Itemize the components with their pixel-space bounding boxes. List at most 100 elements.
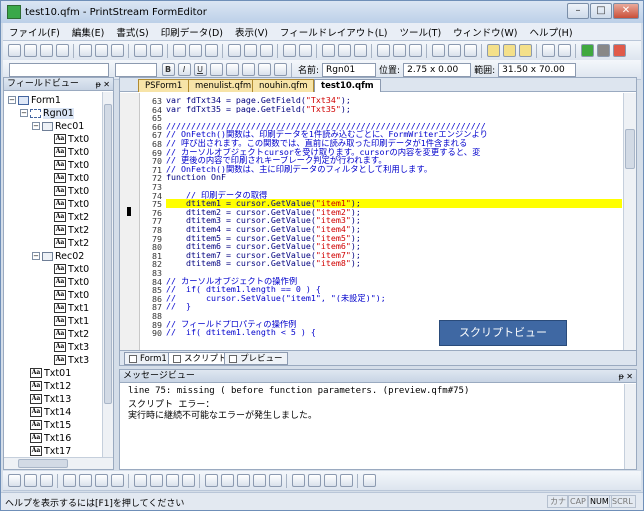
italic-button[interactable]: I xyxy=(177,63,191,76)
view3-icon[interactable] xyxy=(518,44,532,57)
paste-icon[interactable] xyxy=(110,44,124,57)
close-icon[interactable]: ✕ xyxy=(626,370,633,383)
print-icon[interactable] xyxy=(149,44,163,57)
field-tool-icon[interactable] xyxy=(259,44,273,57)
pointer-icon[interactable] xyxy=(227,44,241,57)
size-combo[interactable] xyxy=(115,62,157,77)
stop-icon[interactable] xyxy=(596,44,610,57)
zoom-out-icon[interactable] xyxy=(557,44,571,57)
line-icon[interactable] xyxy=(298,44,312,57)
open-icon[interactable] xyxy=(23,44,37,57)
tree-node[interactable]: − Form1 xyxy=(8,94,61,106)
database-icon[interactable] xyxy=(172,44,186,57)
zoom-in-icon[interactable] xyxy=(541,44,555,57)
tree-node[interactable]: Aa Txt0 xyxy=(44,133,89,145)
cut-icon[interactable] xyxy=(78,44,92,57)
doc-tab[interactable]: test10.qfm xyxy=(314,79,381,92)
move1-icon[interactable] xyxy=(291,474,305,487)
view-tab[interactable]: スクリプト xyxy=(168,352,232,365)
tree-node[interactable]: Aa Txt2 xyxy=(44,211,89,223)
tree-node[interactable]: Aa Txt0 xyxy=(44,146,89,158)
doc-tab[interactable]: menulist.qfm xyxy=(188,79,259,92)
pin-icon[interactable]: ᵽ xyxy=(619,370,624,383)
doc-tab[interactable]: PSForm1 xyxy=(138,79,190,92)
pin-icon[interactable]: ᵽ xyxy=(96,78,101,91)
tree-vertical-scrollbar[interactable] xyxy=(102,92,113,457)
editor-vertical-scrollbar[interactable] xyxy=(623,93,636,351)
arrange4-icon[interactable] xyxy=(252,474,266,487)
scrollbar-thumb[interactable] xyxy=(625,129,635,169)
arrange5-icon[interactable] xyxy=(268,474,282,487)
tree-node[interactable]: − Rgn01 xyxy=(20,107,74,119)
tree-node[interactable]: Aa Txt0 xyxy=(44,276,89,288)
copy-icon[interactable] xyxy=(94,44,108,57)
tree-node[interactable]: Aa Txt3 xyxy=(44,354,89,366)
bold-button[interactable]: B xyxy=(161,63,175,76)
tree-horizontal-scrollbar[interactable] xyxy=(4,457,113,469)
tree-node[interactable]: Aa Txt14 xyxy=(20,406,71,418)
menu-item[interactable]: 表示(V) xyxy=(229,25,274,39)
code-view[interactable]: var fdTxt34 = page.GetField("Txt34"); var… xyxy=(166,93,622,351)
page3-icon[interactable] xyxy=(165,474,179,487)
frame3-icon[interactable] xyxy=(39,474,53,487)
tree-node[interactable]: Aa Txt16 xyxy=(20,432,71,444)
close-icon[interactable]: ✕ xyxy=(103,78,110,91)
font-a-icon[interactable] xyxy=(376,44,390,57)
rect-icon[interactable] xyxy=(282,44,296,57)
move2-icon[interactable] xyxy=(307,474,321,487)
tree-node[interactable]: Aa Txt1 xyxy=(44,302,89,314)
menu-item[interactable]: ウィンドウ(W) xyxy=(447,25,523,39)
tree-node[interactable]: Aa Txt12 xyxy=(20,380,71,392)
vertical-text-icon[interactable] xyxy=(225,63,239,76)
run-icon[interactable] xyxy=(580,44,594,57)
font-combo[interactable] xyxy=(9,62,109,77)
font-size-icon[interactable] xyxy=(257,63,271,76)
tree-node[interactable]: Aa Txt0 xyxy=(44,159,89,171)
border2-icon[interactable] xyxy=(78,474,92,487)
view2-icon[interactable] xyxy=(502,44,516,57)
lock-icon[interactable] xyxy=(362,474,376,487)
menu-item[interactable]: フィールドレイアウト(L) xyxy=(274,25,394,39)
tree-node[interactable]: Aa Txt2 xyxy=(44,237,89,249)
menu-item[interactable]: ファイル(F) xyxy=(3,25,66,39)
clear-format-icon[interactable] xyxy=(273,63,287,76)
pdf-icon[interactable] xyxy=(133,44,147,57)
tree-node[interactable]: Aa Txt13 xyxy=(20,393,71,405)
menu-item[interactable]: ツール(T) xyxy=(393,25,447,39)
collapse-icon[interactable]: − xyxy=(20,109,28,117)
tree-node[interactable]: − Rec01 xyxy=(32,120,84,132)
tree-node[interactable]: Aa Txt01 xyxy=(20,367,71,379)
tree-node[interactable]: Aa Txt15 xyxy=(20,419,71,431)
text-size-icon[interactable] xyxy=(209,63,223,76)
save-icon[interactable] xyxy=(39,44,53,57)
align-right-icon[interactable] xyxy=(353,44,367,57)
scrollbar-thumb[interactable] xyxy=(18,459,68,468)
replace-icon[interactable] xyxy=(204,44,218,57)
border1-icon[interactable] xyxy=(62,474,76,487)
collapse-icon[interactable]: − xyxy=(32,122,40,130)
tree-node[interactable]: Aa Txt2 xyxy=(44,328,89,340)
close-button[interactable]: ✕ xyxy=(613,3,639,19)
align-center-icon[interactable] xyxy=(337,44,351,57)
arrange3-icon[interactable] xyxy=(236,474,250,487)
tree-node[interactable]: Aa Txt0 xyxy=(44,172,89,184)
tree-node[interactable]: Aa Txt17 xyxy=(20,445,71,457)
export-icon[interactable] xyxy=(612,44,626,57)
tree-node[interactable]: Aa Txt0 xyxy=(44,185,89,197)
underline-button[interactable]: U xyxy=(193,63,207,76)
new-icon[interactable] xyxy=(7,44,21,57)
page4-icon[interactable] xyxy=(181,474,195,487)
menu-item[interactable]: ヘルプ(H) xyxy=(523,25,578,39)
move4-icon[interactable] xyxy=(339,474,353,487)
find-icon[interactable] xyxy=(188,44,202,57)
collapse-icon[interactable]: − xyxy=(8,96,16,104)
scrollbar-thumb[interactable] xyxy=(104,104,112,404)
ruler-icon[interactable] xyxy=(463,44,477,57)
message-vertical-scrollbar[interactable] xyxy=(624,384,636,469)
menu-item[interactable]: 印刷データ(D) xyxy=(155,25,229,39)
align-left-icon[interactable] xyxy=(321,44,335,57)
tree-node[interactable]: Aa Txt1 xyxy=(44,315,89,327)
view-tab[interactable]: プレビュー xyxy=(224,352,288,365)
page2-icon[interactable] xyxy=(149,474,163,487)
tree-node[interactable]: Aa Txt3 xyxy=(44,341,89,353)
